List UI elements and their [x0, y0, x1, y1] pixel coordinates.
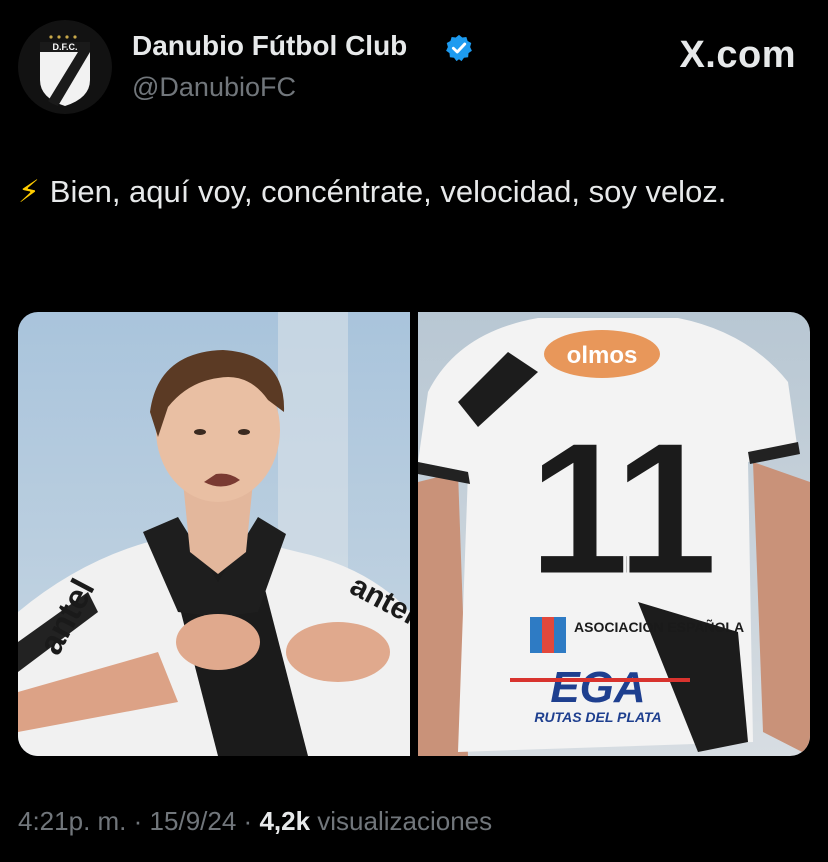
tweet-meta: 4:21p. m. · 15/9/24 · 4,2k visualizacion…: [18, 806, 492, 837]
player-celebrating-photo[interactable]: antel antel: [18, 312, 410, 756]
sponsor-olmos: olmos: [567, 342, 638, 369]
verified-badge-icon: [444, 33, 474, 63]
tweet: D.F.C. Danubio Fútbol Club @DanubioFC X.…: [0, 0, 828, 862]
avatar-logo-text: D.F.C.: [52, 42, 77, 52]
lightning-emoji-icon: ⚡: [18, 174, 40, 209]
jersey-number: 11: [528, 403, 714, 615]
tweet-date[interactable]: 15/9/24: [150, 806, 237, 836]
meta-separator: ·: [133, 806, 143, 836]
tweet-text: ⚡ Bien, aquí voy, concéntrate, velocidad,…: [18, 170, 808, 214]
jersey-back-photo[interactable]: olmos 11 ASOCIACION ESPAÑOLA EGA RUTAS D…: [418, 312, 810, 756]
tweet-time[interactable]: 4:21p. m.: [18, 806, 126, 836]
tweet-body: Bien, aquí voy, concéntrate, velocidad, …: [49, 174, 727, 209]
display-name[interactable]: Danubio Fútbol Club: [132, 30, 407, 62]
sponsor-rutas: RUTAS DEL PLATA: [534, 709, 661, 725]
account-handle[interactable]: @DanubioFC: [132, 72, 296, 103]
sponsor-asociacion: ASOCIACION ESPAÑOLA: [574, 618, 744, 635]
views-label: visualizaciones: [317, 806, 493, 836]
sponsor-ega: EGA: [550, 663, 645, 712]
meta-separator: ·: [243, 806, 253, 836]
views-count: 4,2k: [259, 806, 311, 836]
account-avatar[interactable]: D.F.C.: [18, 20, 112, 114]
media-grid: antel antel olmos 11 ASOCIACION ESPAÑOLA…: [18, 312, 810, 756]
x-logo: X.com: [679, 34, 796, 76]
